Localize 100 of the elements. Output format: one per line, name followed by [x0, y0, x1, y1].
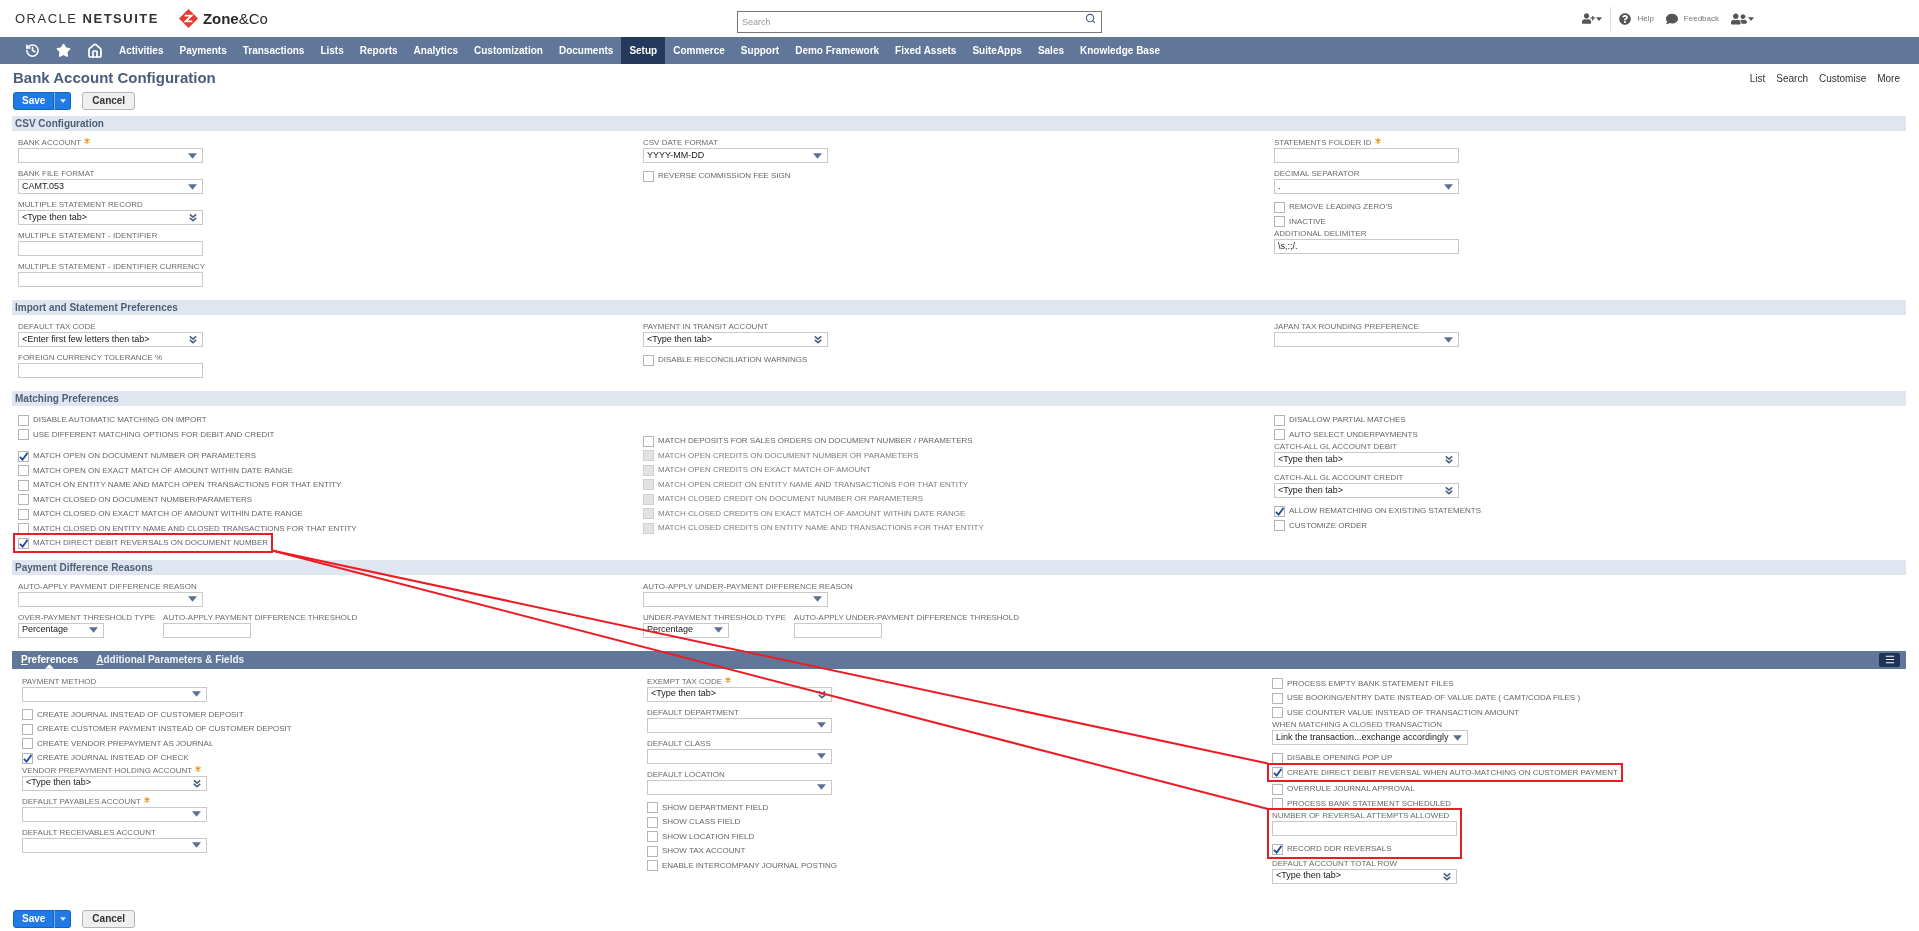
dropdown-field[interactable]: <Type then tab>: [22, 775, 207, 791]
checkbox[interactable]: [643, 354, 654, 366]
checkbox[interactable]: [1274, 216, 1285, 228]
nav-item[interactable]: Reports: [351, 37, 406, 64]
dropdown-field[interactable]: <Type then tab>: [647, 686, 832, 702]
input-field[interactable]: \s,:;/.: [1274, 239, 1459, 254]
help-link[interactable]: Help: [1619, 12, 1654, 25]
nav-item[interactable]: Sales: [1029, 37, 1073, 64]
feedback-link[interactable]: Feedback: [1665, 12, 1719, 25]
nav-item[interactable]: Lists: [312, 37, 352, 64]
checkbox[interactable]: [1274, 505, 1285, 517]
user-plus-icon[interactable]: [1582, 12, 1596, 25]
clock-icon[interactable]: [25, 43, 40, 58]
checkbox[interactable]: [647, 845, 658, 857]
dropdown-field[interactable]: <Type then tab>: [1274, 452, 1459, 467]
input-field[interactable]: [1272, 821, 1457, 836]
dropdown-field[interactable]: [647, 748, 832, 764]
page-link[interactable]: More: [1877, 70, 1900, 86]
page-link[interactable]: Customise: [1818, 70, 1867, 86]
dropdown-field[interactable]: Link the transaction...exchange accordingly: [1272, 730, 1468, 745]
nav-item[interactable]: Documents: [550, 37, 622, 64]
dropdown-field[interactable]: [18, 591, 203, 607]
checkbox[interactable]: [1272, 798, 1283, 810]
input-field[interactable]: [793, 622, 882, 638]
menu-button[interactable]: [1879, 652, 1900, 667]
checkbox[interactable]: [643, 435, 654, 447]
tab[interactable]: Additional Parameters & Fields: [87, 650, 254, 669]
checkbox[interactable]: [647, 831, 658, 843]
nav-item[interactable]: Customization: [466, 37, 551, 64]
checkbox[interactable]: [18, 523, 29, 535]
checkbox[interactable]: [647, 860, 658, 872]
save-button[interactable]: Save: [13, 909, 55, 928]
dropdown-field[interactable]: Percentage: [18, 622, 104, 638]
dropdown-field[interactable]: [22, 686, 207, 702]
checkbox[interactable]: [18, 414, 29, 426]
dropdown-field[interactable]: .: [1274, 179, 1459, 194]
star-icon[interactable]: [56, 43, 71, 58]
dropdown-field[interactable]: [22, 837, 207, 853]
checkbox[interactable]: [18, 450, 29, 462]
checkbox[interactable]: [1272, 707, 1283, 719]
dropdown-field[interactable]: CAMT.053: [18, 179, 203, 194]
cancel-button[interactable]: Cancel: [82, 92, 136, 110]
checkbox[interactable]: [643, 170, 654, 182]
nav-item[interactable]: Activities: [111, 37, 172, 64]
input-field[interactable]: [1274, 148, 1459, 163]
checkbox[interactable]: [1272, 767, 1283, 779]
nav-item[interactable]: Demo Framework: [787, 37, 888, 64]
nav-item[interactable]: Payments: [171, 37, 235, 64]
checkbox[interactable]: [1274, 520, 1285, 532]
checkbox[interactable]: [1274, 429, 1285, 441]
nav-item[interactable]: Fixed Assets: [887, 37, 965, 64]
dropdown-field[interactable]: Percentage: [643, 622, 729, 638]
checkbox[interactable]: [22, 709, 33, 721]
nav-item[interactable]: Support: [732, 37, 788, 64]
checkbox[interactable]: [647, 816, 658, 828]
checkbox[interactable]: [18, 494, 29, 506]
page-link[interactable]: List: [1749, 70, 1766, 86]
input-field[interactable]: [18, 272, 203, 287]
search-field[interactable]: Search: [737, 10, 1102, 33]
dropdown-field[interactable]: <Enter first few letters then tab>: [18, 332, 203, 347]
dropdown-field[interactable]: YYYY-MM-DD: [643, 148, 828, 163]
checkbox[interactable]: [18, 537, 29, 549]
checkbox[interactable]: [1272, 843, 1283, 855]
checkbox[interactable]: [1272, 752, 1283, 764]
nav-item[interactable]: Transactions: [234, 37, 313, 64]
checkbox[interactable]: [18, 479, 29, 491]
dropdown-field[interactable]: [1274, 332, 1459, 347]
checkbox[interactable]: [22, 738, 33, 750]
checkbox[interactable]: [22, 723, 33, 735]
checkbox[interactable]: [18, 508, 29, 520]
dropdown-field[interactable]: <Type then tab>: [643, 332, 828, 347]
nav-item[interactable]: Commerce: [665, 37, 733, 64]
save-menu-button[interactable]: [54, 909, 72, 928]
checkbox[interactable]: [1272, 678, 1283, 690]
checkbox[interactable]: [22, 752, 33, 764]
checkbox[interactable]: [647, 802, 658, 814]
cancel-button[interactable]: Cancel: [82, 909, 136, 928]
checkbox[interactable]: [18, 429, 29, 441]
page-link[interactable]: Search: [1776, 70, 1808, 86]
users-icon[interactable]: [1731, 11, 1747, 26]
dropdown-field[interactable]: <Type then tab>: [18, 210, 203, 225]
save-menu-button[interactable]: [54, 92, 72, 110]
checkbox[interactable]: [1274, 414, 1285, 426]
input-field[interactable]: [18, 241, 203, 256]
save-button[interactable]: Save: [13, 92, 55, 110]
dropdown-field[interactable]: [18, 148, 203, 163]
dropdown-field[interactable]: [643, 591, 828, 607]
dropdown-field[interactable]: [647, 779, 832, 795]
dropdown-field[interactable]: [647, 717, 832, 733]
checkbox[interactable]: [1272, 692, 1283, 704]
nav-item[interactable]: SuiteApps: [964, 37, 1030, 64]
home-icon[interactable]: [87, 42, 103, 59]
nav-item[interactable]: Knowledge Base: [1072, 37, 1169, 64]
nav-item[interactable]: Setup: [621, 37, 666, 64]
search-icon[interactable]: [1085, 12, 1096, 24]
checkbox[interactable]: [1274, 201, 1285, 213]
checkbox[interactable]: [1272, 783, 1283, 795]
nav-item[interactable]: Analytics: [405, 37, 467, 64]
input-field[interactable]: [18, 363, 203, 378]
tab[interactable]: Preferences: [12, 650, 88, 669]
